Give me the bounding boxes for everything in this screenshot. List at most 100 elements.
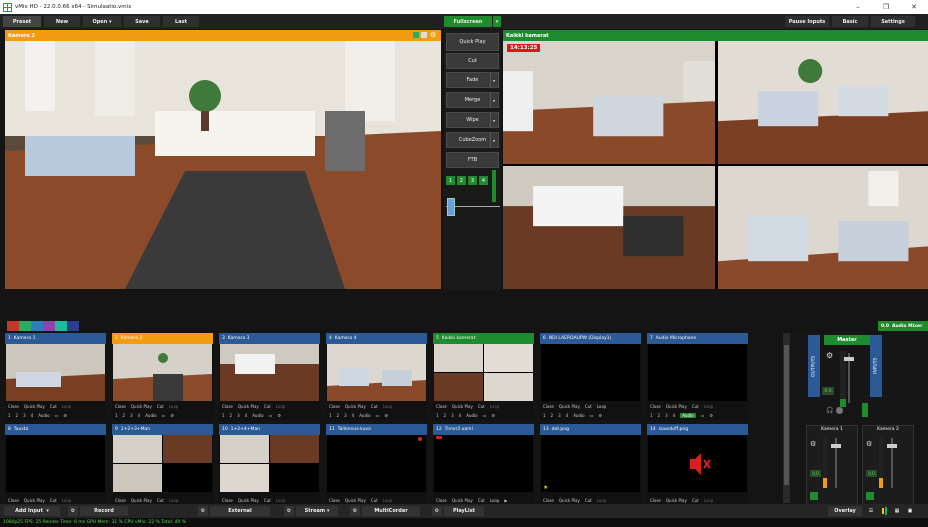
loop-button[interactable]: Loop [490,498,500,503]
external-gear-icon[interactable]: ⚙ [198,506,208,516]
overlay-1-button[interactable]: 1 [543,413,546,418]
color-tab-teal[interactable] [55,321,67,331]
audio-button[interactable]: Audio [38,413,49,418]
play-icon[interactable]: ▶ [504,498,507,503]
loop-button[interactable]: Loop [597,498,607,503]
close-button[interactable]: Close [8,404,19,409]
input-tile[interactable]: 1 Kamera 1 Close Quick Play Cut Loop 1 2 3 4 Au… [5,333,106,420]
settings-button[interactable]: Settings [871,16,915,27]
close-button[interactable]: Close [329,498,340,503]
input-header[interactable]: 10 1+2+4+Man [219,424,320,435]
transition-4-button[interactable]: 4 [479,176,488,185]
overlay-2-button[interactable]: 2 [16,413,19,418]
input-header[interactable]: 14 soundoff.png [647,424,748,435]
input-header[interactable]: 2 Kamera 2 [112,333,213,344]
overlay-1-button[interactable]: 1 [650,413,653,418]
loop-button[interactable]: Loop [62,498,72,503]
save-button[interactable]: Save [124,16,160,27]
gear-icon[interactable]: ⚙ [63,413,67,418]
cut-button[interactable]: Cut [478,404,485,409]
cubezoom-button[interactable]: CubeZoom ▾ [446,132,499,148]
monitor-icon[interactable]: ▭ [162,413,166,418]
monitor-icon[interactable]: ▭ [269,413,273,418]
playlist-button[interactable]: PlayList [444,506,484,516]
overlay-4-button[interactable]: 4 [459,413,462,418]
gear-icon[interactable]: ⚙ [384,413,388,418]
fade-button[interactable]: Fade ▾ [446,72,499,88]
cut-button[interactable]: Cut [50,498,57,503]
quick-play-button[interactable]: Quick Play [666,498,687,503]
quick-play-button[interactable]: Quick Play [666,404,687,409]
input-header[interactable]: 9 1+2+3+Man [112,424,213,435]
overlay-2-button[interactable]: 2 [444,413,447,418]
input-thumbnail[interactable] [113,344,212,401]
transition-3-button[interactable]: 3 [468,176,477,185]
gear-icon[interactable]: ⚙ [709,413,713,418]
pause-inputs-button[interactable]: Pause Inputs [785,16,829,27]
cut-button[interactable]: Cut [585,498,592,503]
input-thumbnail[interactable] [648,435,747,492]
playlist-gear-icon[interactable]: ⚙ [432,506,442,516]
overlay-2-button[interactable]: 2 [337,413,340,418]
gear-icon[interactable]: ⚙ [491,413,495,418]
output-pane[interactable]: Kaikki kamerat 14:13:25 [503,30,928,290]
overlay-3-button[interactable]: 3 [23,413,26,418]
t-bar-handle[interactable] [447,198,455,216]
channel-mute-button[interactable] [866,492,874,500]
overlay-3-button[interactable]: 3 [665,413,668,418]
last-button[interactable]: Last [163,16,199,27]
monitor-icon[interactable]: ▭ [590,413,594,418]
cut-button[interactable]: Cut [446,53,499,69]
loop-button[interactable]: Loop [276,404,286,409]
loop-button[interactable]: Loop [704,404,714,409]
headphones-icon[interactable]: 🎧 [826,407,833,414]
cut-button[interactable]: Cut [371,404,378,409]
cubezoom-dropdown[interactable]: ▾ [490,133,497,147]
audio-button[interactable]: Audio [466,413,477,418]
gear-icon[interactable]: ⚙ [598,413,602,418]
merge-button[interactable]: Merge ▾ [446,92,499,108]
overlay-3-button[interactable]: 3 [344,413,347,418]
close-button[interactable]: Close [543,404,554,409]
overlay-2-button[interactable]: 2 [230,413,233,418]
scrollbar-thumb[interactable] [784,345,789,485]
overlay-3-button[interactable]: 3 [237,413,240,418]
fullscreen-button[interactable]: Fullscreen [444,16,492,27]
close-button[interactable]: Close [329,404,340,409]
list-view-icon[interactable]: ☰ [866,506,876,516]
master-fader[interactable] [844,353,854,403]
overlay-4-button[interactable]: 4 [245,413,248,418]
input-header[interactable]: 7 Audio Microphone [647,333,748,344]
audio-button[interactable]: Audio [573,413,584,418]
input-header[interactable]: 11 Tallennus-kuva [326,424,427,435]
master-fader-handle[interactable] [844,357,854,361]
overlay-4-button[interactable]: 4 [352,413,355,418]
input-header[interactable]: 1 Kamera 1 [5,333,106,344]
wipe-button[interactable]: Wipe ▾ [446,112,499,128]
cut-button[interactable]: Cut [264,404,271,409]
cut-button[interactable]: Cut [157,498,164,503]
gear-icon[interactable]: ⚙ [170,413,174,418]
input-thumbnail[interactable] [327,344,426,401]
new-button[interactable]: New [44,16,80,27]
wipe-dropdown[interactable]: ▾ [490,113,497,127]
stream-gear-icon[interactable]: ⚙ [284,506,294,516]
overlay-2-button[interactable]: 2 [658,413,661,418]
input-tile[interactable]: 7 Audio Microphone Close Quick Play Cut Loo… [647,333,748,420]
overlay-1-button[interactable]: 1 [8,413,11,418]
overlay-3-button[interactable]: 3 [130,413,133,418]
merge-dropdown[interactable]: ▾ [490,93,497,107]
cut-button[interactable]: Cut [585,404,592,409]
record-button[interactable]: Record [80,506,128,516]
master-gear-icon[interactable]: ⚙ [826,351,833,360]
quick-play-button[interactable]: Quick Play [452,498,473,503]
cut-button[interactable]: Cut [157,404,164,409]
cut-button[interactable]: Cut [371,498,378,503]
quick-play-button[interactable]: Quick Play [24,404,45,409]
audio-bars-icon[interactable] [879,506,889,516]
input-tile[interactable]: 8 Taustа Close Quick Play Cut Loop [5,424,106,511]
audio-mixer-header[interactable]: 0.0 Audio Mixer [878,321,928,331]
input-tile[interactable]: 6 NDI LAEROAUPW (Display1) Close Quick Pl… [540,333,641,420]
multicorder-button[interactable]: MultiCorder [362,506,420,516]
quick-play-button[interactable]: Quick Play [24,498,45,503]
